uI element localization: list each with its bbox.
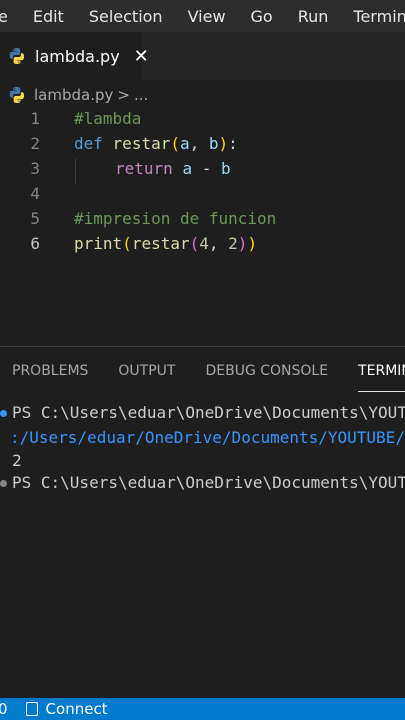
python-icon (8, 47, 26, 65)
plug-icon (25, 702, 38, 716)
code-punc: , (208, 234, 229, 253)
menu-file[interactable]: e (0, 7, 19, 26)
terminal-line: :/Users/eduar/OneDrive/Documents/YOUTUBE… (10, 428, 405, 447)
command-dot-icon[interactable] (0, 480, 7, 487)
connect-label: Connect (45, 700, 108, 718)
line-number: 4 (30, 184, 40, 203)
menu-view[interactable]: View (188, 7, 237, 26)
editor-tabbar: lambda.py ✕ (0, 32, 405, 80)
menu-run[interactable]: Run (298, 7, 340, 26)
menu-edit[interactable]: Edit (33, 7, 75, 26)
code-line: 1 #lambda (0, 109, 405, 134)
code-line: 2 def restar(a, b): (0, 134, 405, 159)
breadcrumb-file[interactable]: lambda.py (34, 86, 113, 104)
code-text: def restar(a, b): (74, 134, 238, 153)
close-icon[interactable]: ✕ (134, 46, 149, 67)
terminal-output[interactable]: PS C:\Users\eduar\OneDrive\Documents\YOU… (0, 403, 405, 693)
tab-debug-console[interactable]: DEBUG CONSOLE (205, 363, 346, 379)
code-text: print(restar(4, 2)) (74, 234, 257, 253)
code-param: a (182, 159, 193, 178)
line-number: 6 (30, 234, 40, 253)
command-success-dot-icon[interactable] (0, 410, 7, 417)
tab-label: lambda.py (35, 46, 120, 66)
code-bracket: ( (122, 234, 132, 253)
menu-go[interactable]: Go (251, 7, 284, 26)
code-punc: - (192, 159, 221, 178)
status-item[interactable]: 0 (0, 700, 8, 718)
breadcrumb-more[interactable]: ... (134, 86, 148, 104)
indent-guide (75, 159, 76, 184)
code-text: return a - b (115, 159, 231, 178)
python-icon (8, 86, 26, 104)
terminal-line: 2 (12, 451, 22, 470)
chevron-right-icon: > (117, 86, 130, 104)
connect-button[interactable]: Connect (25, 700, 108, 718)
code-bracket: ) (247, 234, 258, 253)
code-bracket: ) (218, 134, 229, 153)
statusbar: 0 Connect (0, 698, 405, 720)
code-punc: , (189, 134, 209, 153)
code-keyword: def (74, 134, 103, 153)
panel-tabbar: PROBLEMS OUTPUT DEBUG CONSOLE TERMINAL (0, 347, 405, 395)
code-keyword: return (115, 159, 173, 178)
code-line: 4 (0, 184, 405, 209)
menu-terminal[interactable]: Terminal (353, 7, 405, 26)
code-number: 2 (228, 234, 238, 253)
code-number: 4 (199, 234, 209, 253)
tab-problems[interactable]: PROBLEMS (12, 363, 106, 379)
code-bracket: ( (170, 134, 180, 153)
code-param: a (179, 134, 190, 153)
breadcrumb: lambda.py > ... (0, 82, 148, 108)
line-number: 2 (30, 134, 40, 153)
code-bracket: ) (237, 234, 248, 253)
line-number: 1 (30, 109, 40, 128)
code-text: #lambda (74, 109, 141, 128)
menu-selection[interactable]: Selection (89, 7, 174, 26)
code-comment: #impresion de funcion (74, 209, 277, 228)
code-line: 3 return a - b (0, 159, 405, 184)
terminal-line: PS C:\Users\eduar\OneDrive\Documents\YOU… (12, 403, 405, 422)
code-line-active: 6 print(restar(4, 2)) (0, 234, 405, 259)
code-editor[interactable]: 1 #lambda 2 def restar(a, b): 3 return a… (0, 109, 405, 344)
line-number: 5 (30, 209, 40, 228)
tab-terminal[interactable]: TERMINAL (358, 363, 405, 392)
code-function: restar (131, 234, 190, 253)
code-text: #impresion de funcion (74, 209, 276, 228)
terminal-line: PS C:\Users\eduar\OneDrive\Documents\YOU… (12, 473, 405, 492)
tab-lambda-py[interactable]: lambda.py ✕ (0, 32, 149, 80)
code-comment: #lambda (74, 109, 142, 128)
code-function: print (74, 234, 123, 253)
code-param: b (220, 159, 231, 178)
menubar: e Edit Selection View Go Run Terminal H (0, 0, 405, 32)
code-bracket: ( (189, 234, 200, 253)
tab-output[interactable]: OUTPUT (118, 363, 193, 379)
code-line: 5 #impresion de funcion (0, 209, 405, 234)
code-param: b (208, 134, 219, 153)
code-function: restar (112, 134, 171, 153)
code-punc: : (228, 134, 238, 153)
line-number: 3 (30, 159, 40, 178)
